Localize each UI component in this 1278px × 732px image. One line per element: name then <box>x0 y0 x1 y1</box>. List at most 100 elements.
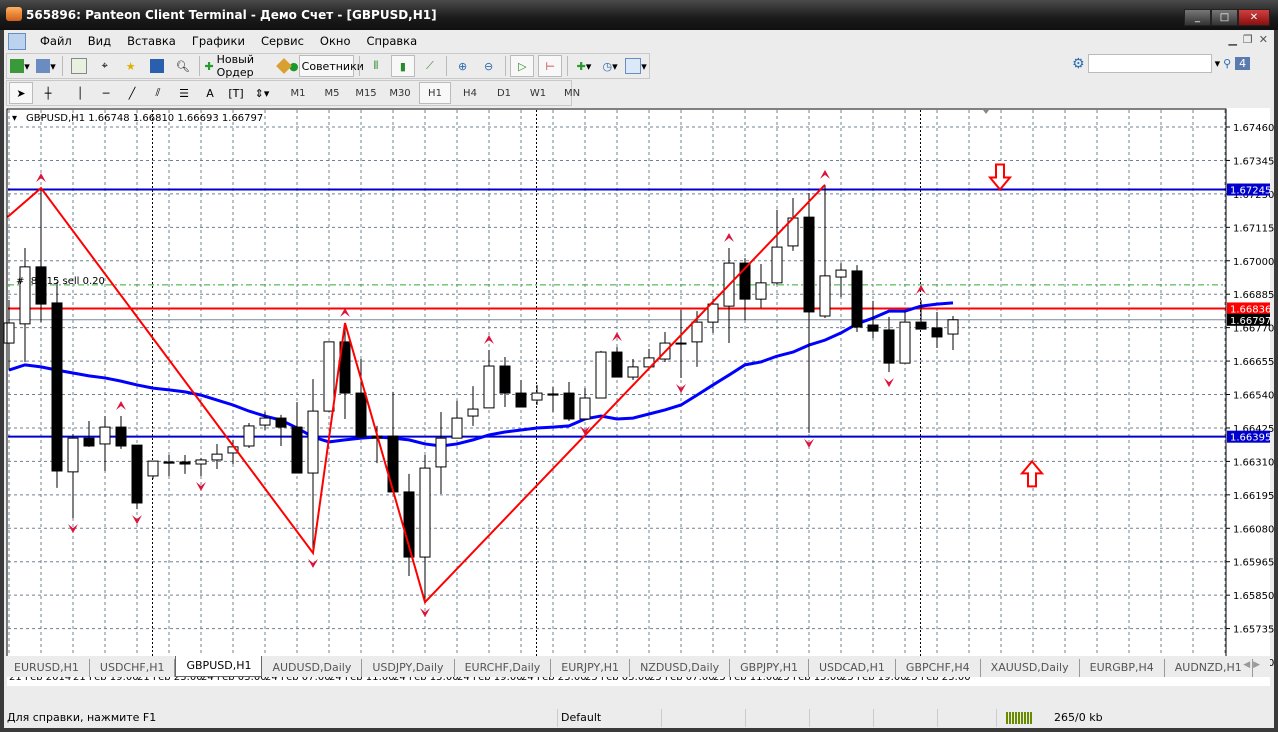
candle-body <box>83 437 95 447</box>
chart-tab[interactable]: USDCAD,H1 <box>809 659 896 677</box>
candle-body <box>3 322 15 344</box>
candle-body <box>611 351 623 378</box>
status-traffic: 265/0 kb <box>1054 711 1103 724</box>
candle-body <box>115 426 127 447</box>
price-tick-label: 1.66655 <box>1233 357 1274 368</box>
chart-tab[interactable]: GBPJPY,H1 <box>730 659 809 677</box>
candle-body <box>547 393 559 396</box>
price-level-label: 1.66797 <box>1230 316 1271 327</box>
header-open: 1.66748 <box>88 113 129 124</box>
candle-body <box>291 426 303 474</box>
candle-body <box>931 327 943 338</box>
candle-body <box>419 467 431 558</box>
price-tick-label: 1.67115 <box>1233 223 1274 234</box>
candle-body <box>131 444 143 504</box>
candle-body <box>99 426 111 445</box>
candle-body <box>499 365 511 394</box>
chart-tab[interactable]: USDJPY,Daily <box>362 659 455 677</box>
candle-body <box>579 397 591 420</box>
candle-body <box>51 302 63 472</box>
candle-body <box>147 460 159 477</box>
status-cell <box>662 709 746 727</box>
candle-body <box>515 392 527 408</box>
price-tick-label: 1.67460 <box>1233 123 1274 134</box>
price-tick-label: 1.66540 <box>1233 391 1274 402</box>
candle-body <box>211 453 223 461</box>
candle-body <box>531 392 543 401</box>
chart-header: ▾ GBPUSD,H1 1.66748 1.66810 1.66693 1.667… <box>12 113 263 124</box>
status-cell <box>938 709 997 727</box>
price-level-label: 1.66395 <box>1230 433 1271 444</box>
chart-tab[interactable]: GBPUSD,H1 <box>175 656 263 677</box>
candle-body <box>675 342 687 345</box>
price-level-label: 1.67245 <box>1230 186 1271 197</box>
candle-body <box>771 246 783 284</box>
chart-tab[interactable]: GBPCHF,H4 <box>896 659 981 677</box>
candle-body <box>691 321 703 343</box>
candle-body <box>627 366 639 378</box>
candle-body <box>323 341 335 412</box>
candle-body <box>195 459 207 465</box>
chart-tab[interactable]: AUDNZD,H1 <box>1165 659 1253 677</box>
candle-body <box>275 417 287 428</box>
chart-tab[interactable]: AUDUSD,Daily <box>262 659 363 677</box>
chart-tab[interactable]: EURCHF,Daily <box>455 659 552 677</box>
candle-body <box>163 461 175 464</box>
chart-tab[interactable]: NZDUSD,Daily <box>630 659 731 677</box>
candle-body <box>755 282 767 300</box>
price-tick-label: 1.67000 <box>1233 257 1274 268</box>
order-label[interactable]: # 8 15 sell 0.20 <box>16 276 105 287</box>
header-high: 1.66810 <box>133 113 174 124</box>
candle-body <box>307 410 319 474</box>
candle-body <box>899 321 911 364</box>
candle-body <box>867 324 879 332</box>
price-chart[interactable]: 1.674601.673451.672301.671151.670001.668… <box>0 0 1278 732</box>
status-bar: Для справки, нажмите F1 Default 265/0 kb <box>4 708 1274 728</box>
candle-body <box>563 392 575 420</box>
candle-body <box>883 329 895 364</box>
connection-bars-icon <box>1006 712 1032 724</box>
tab-scroll-arrows-icon[interactable]: ◀ ▶ <box>1243 660 1260 670</box>
chart-tabs: EURUSD,H1 USDCHF,H1 GBPUSD,H1 AUDUSD,Daily U… <box>4 656 1270 677</box>
candle-body <box>67 437 79 473</box>
chart-tab[interactable]: EURGBP,H4 <box>1080 659 1165 677</box>
candle-body <box>947 319 959 335</box>
chart-tab[interactable]: EURUSD,H1 <box>4 659 90 677</box>
price-tick-label: 1.66885 <box>1233 290 1274 301</box>
candle-body <box>835 269 847 278</box>
status-cell <box>810 709 874 727</box>
candle-body <box>819 275 831 317</box>
candle-body <box>915 321 927 330</box>
price-tick-label: 1.65735 <box>1233 625 1274 636</box>
candle-body <box>467 408 479 417</box>
chart-tab[interactable]: EURJPY,H1 <box>551 659 631 677</box>
candle-body <box>243 425 255 447</box>
candle-body <box>451 417 463 439</box>
status-cell <box>874 709 938 727</box>
header-close: 1.66797 <box>222 113 263 124</box>
candle-body <box>851 270 863 328</box>
header-low: 1.66693 <box>177 113 218 124</box>
candle-body <box>355 392 367 438</box>
price-tick-label: 1.66310 <box>1233 457 1274 468</box>
status-cell <box>746 709 810 727</box>
candle-body <box>483 365 495 409</box>
price-tick-label: 1.66080 <box>1233 524 1274 535</box>
status-profile: Default <box>558 709 662 727</box>
candle-body <box>259 417 271 426</box>
candle-body <box>803 216 815 313</box>
price-tick-label: 1.67345 <box>1233 156 1274 167</box>
price-tick-label: 1.65965 <box>1233 558 1274 569</box>
price-tick-label: 1.66195 <box>1233 491 1274 502</box>
price-tick-label: 1.65850 <box>1233 591 1274 602</box>
chart-tab[interactable]: XAUUSD,Daily <box>981 659 1080 677</box>
collapse-icon[interactable]: ▾ <box>12 113 17 124</box>
status-help: Для справки, нажмите F1 <box>4 709 558 727</box>
chart-symbol: GBPUSD,H1 <box>26 113 85 124</box>
candle-body <box>387 435 399 493</box>
status-connection: 265/0 kb <box>997 709 1150 727</box>
candle-body <box>435 437 447 468</box>
chart-tab[interactable]: USDCHF,H1 <box>90 659 176 677</box>
candle-body <box>179 461 191 465</box>
candle-body <box>595 351 607 399</box>
